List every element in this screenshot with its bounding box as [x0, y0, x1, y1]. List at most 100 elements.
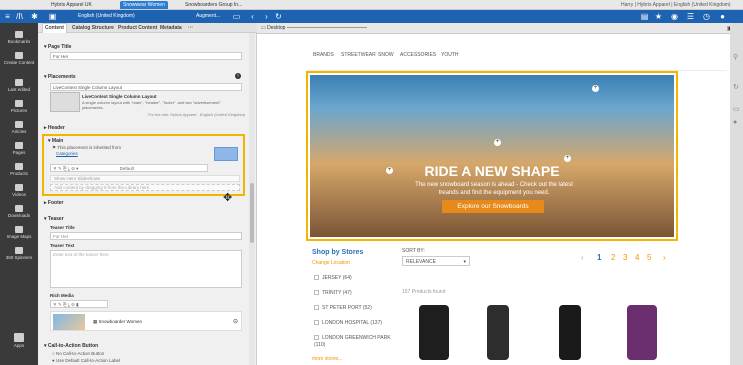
- nav-create-content[interactable]: Create Content: [0, 52, 38, 65]
- scrollbar-thumb[interactable]: [250, 183, 254, 243]
- clock-icon[interactable]: ◷: [702, 12, 711, 21]
- hotspot-icon[interactable]: +: [386, 167, 393, 174]
- explore-button[interactable]: Explore our Snowboards: [442, 200, 544, 213]
- user-menu[interactable]: Harry | Hybris Apparel | English (United…: [618, 1, 734, 9]
- sort-select[interactable]: RELEVANCE ▾: [402, 256, 470, 266]
- cta-option-default[interactable]: ● Use Default Call-to-Action Label: [52, 358, 120, 363]
- home-icon[interactable]: ≡: [3, 12, 12, 21]
- nav-products[interactable]: Products: [0, 163, 38, 176]
- change-location-link[interactable]: Change Location: [312, 260, 350, 266]
- nav-last-edited[interactable]: Last edited: [0, 79, 38, 92]
- panel-scrollbar[interactable]: [249, 33, 255, 365]
- refresh-icon[interactable]: ↻: [274, 12, 283, 21]
- settings-icon[interactable]: ✱: [30, 12, 39, 21]
- remove-icon[interactable]: ⊝: [233, 318, 238, 325]
- hotspot-icon[interactable]: +: [564, 155, 571, 162]
- nav-downloads[interactable]: Downloads: [0, 205, 38, 218]
- info-icon[interactable]: ●: [733, 119, 737, 126]
- nav-articles[interactable]: Articles: [0, 121, 38, 134]
- footer-section[interactable]: ▸ Footer: [44, 200, 63, 206]
- tab-more[interactable]: ···: [188, 25, 193, 31]
- page-2[interactable]: 2: [611, 253, 615, 262]
- checkbox[interactable]: [314, 275, 319, 281]
- main-toolbar[interactable]: ✕ ✎ ⎘ ⤓ ⊘ ▾ Default: [50, 164, 208, 172]
- hotspot-icon[interactable]: +: [494, 139, 501, 146]
- header-section[interactable]: ▸ Header: [44, 125, 65, 131]
- user-icon[interactable]: ●: [718, 12, 727, 21]
- nav-bookmarks[interactable]: Bookmarks: [0, 31, 38, 44]
- link-icon[interactable]: ⚲: [733, 53, 738, 61]
- tab-metadata[interactable]: Metadata: [160, 25, 182, 31]
- menu-snow[interactable]: SNOW: [378, 52, 394, 58]
- tab-hybris-apparel[interactable]: Hybris Apparel UK: [48, 1, 95, 9]
- chevron-left-icon[interactable]: ‹: [248, 12, 257, 21]
- product-pants-black[interactable]: [487, 305, 509, 360]
- tab-snowboarders-group[interactable]: Snowboarders Group In...: [182, 1, 245, 9]
- preview-icon[interactable]: ▤: [640, 12, 649, 21]
- store-london-greenwich[interactable]: LONDON GREENWICH PARK (110): [314, 335, 396, 349]
- menu-youth[interactable]: YOUTH: [441, 52, 459, 58]
- site-locale[interactable]: English (United Kingdom): [78, 13, 135, 19]
- page-title-section[interactable]: ▾ Page Title: [44, 44, 71, 50]
- hotspot-icon[interactable]: +: [592, 85, 599, 92]
- tab-product-content[interactable]: Product Content: [118, 25, 157, 31]
- prev-page-icon[interactable]: ‹: [581, 253, 584, 262]
- tab-content[interactable]: Content: [42, 23, 67, 33]
- nav-videos[interactable]: Videos: [0, 184, 38, 197]
- nav-pictures[interactable]: Pictures: [0, 100, 38, 113]
- device-select[interactable]: ▭ Desktop: [261, 25, 285, 31]
- zoom-slider[interactable]: [287, 27, 367, 28]
- hero-teaser[interactable]: RIDE A NEW SHAPE The new snowboard seaso…: [306, 71, 678, 241]
- more-stores-link[interactable]: more stores...: [312, 356, 343, 362]
- store-st-peter-port[interactable]: ST PETER PORT (52): [314, 305, 372, 311]
- rich-media-item[interactable]: ▦ Snowboarder Women ⊝: [50, 311, 242, 331]
- cta-option-none[interactable]: ○ No Call-to-Action Button: [52, 351, 104, 356]
- eye-icon[interactable]: ◉: [670, 12, 679, 21]
- store-london-hospital[interactable]: LONDON HOSPITAL (137): [314, 320, 382, 326]
- site-icon[interactable]: ▣: [48, 12, 57, 21]
- product-jacket-black[interactable]: [419, 305, 449, 360]
- page-5[interactable]: 5: [647, 253, 651, 262]
- checkbox[interactable]: [314, 320, 319, 326]
- device-icon[interactable]: ▭: [733, 105, 740, 113]
- drop-zone[interactable]: Add content by dragging it from the Libr…: [50, 184, 240, 191]
- page-4[interactable]: 4: [635, 253, 639, 262]
- menu-brands[interactable]: BRANDS: [313, 52, 334, 58]
- nav-apps[interactable]: Apps: [0, 333, 38, 348]
- star-icon[interactable]: ★: [654, 12, 663, 21]
- nav-pages[interactable]: Pages: [0, 142, 38, 155]
- checkbox[interactable]: [314, 290, 319, 296]
- store-jersey[interactable]: JERSEY (64): [314, 275, 352, 281]
- page-1[interactable]: 1: [597, 253, 601, 262]
- product-pants-dark[interactable]: [559, 305, 581, 360]
- product-jacket-purple[interactable]: [627, 305, 657, 360]
- inherited-link[interactable]: Categories: [56, 151, 78, 156]
- tab-catalog-structure[interactable]: Catalog Structure: [72, 25, 114, 31]
- tab-snowwear-women[interactable]: Snowwear Women: [120, 1, 168, 9]
- rich-media-toolbar[interactable]: ✕ ✎ ⎘ ⤓ ⊘ ▮: [50, 300, 108, 308]
- checkbox[interactable]: [314, 305, 319, 311]
- menu-streetwear[interactable]: STREETWEAR: [341, 52, 376, 58]
- nav-360-spinners[interactable]: 360 Spinners: [0, 247, 38, 260]
- menu-accessories[interactable]: ACCESSORIES: [400, 52, 436, 58]
- augment-label[interactable]: Augment...: [196, 13, 220, 19]
- chevron-right-icon[interactable]: ›: [262, 12, 271, 21]
- menu-icon[interactable]: ☰: [686, 12, 695, 21]
- cta-section[interactable]: ▾ Call-to-Action Button: [44, 343, 98, 349]
- page-3[interactable]: 3: [623, 253, 627, 262]
- nav-image-maps[interactable]: Image Maps: [0, 226, 38, 239]
- refresh-icon[interactable]: ↻: [733, 83, 739, 91]
- teaser-title-input[interactable]: For Her: [50, 232, 242, 240]
- checkbox[interactable]: [314, 335, 319, 341]
- layout-select[interactable]: LiveContext Single Column Layout: [50, 83, 242, 91]
- hero-slideshow-row[interactable]: Show Hero Slideshows: [50, 175, 240, 182]
- main-section[interactable]: ▾ Main: [48, 138, 63, 144]
- next-page-icon[interactable]: ›: [663, 253, 666, 262]
- teaser-section[interactable]: ▾ Teaser: [44, 216, 64, 222]
- store-trinity[interactable]: TRINITY (47): [314, 290, 352, 296]
- help-icon[interactable]: ?: [235, 73, 241, 79]
- placements-section[interactable]: ▾ Placements: [44, 74, 76, 80]
- teaser-text-area[interactable]: Enter text of the teaser here: [50, 250, 242, 288]
- page-title-input[interactable]: For Her: [50, 52, 242, 60]
- chat-icon[interactable]: ▭: [232, 12, 241, 21]
